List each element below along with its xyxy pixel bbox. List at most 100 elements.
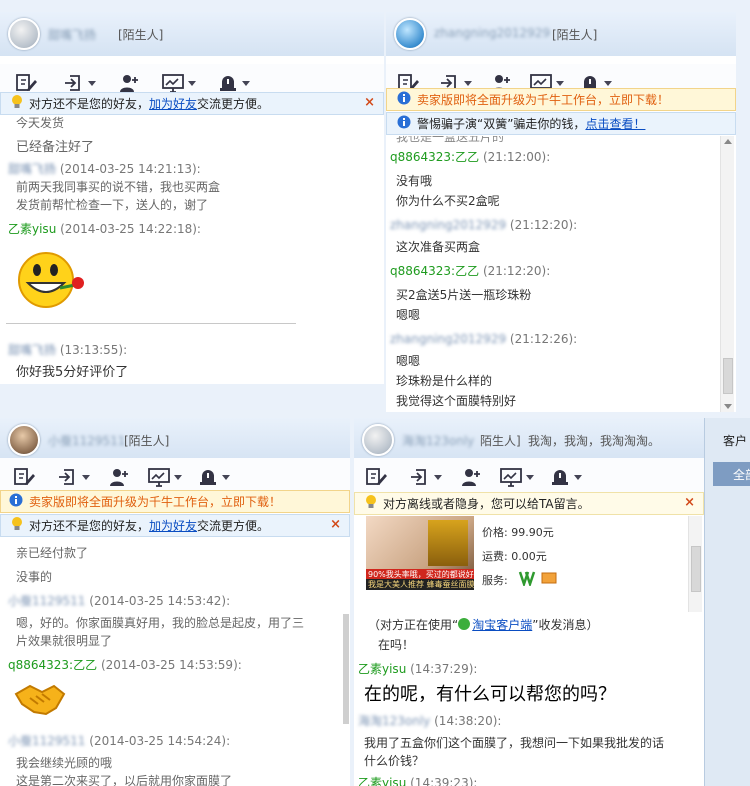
- banner-text: 对方还不是您的好友，: [29, 519, 150, 533]
- message-header: q8864323:乙乙 (21:12:20):: [390, 264, 551, 278]
- offline-banner: 对方离线或者隐身，您可以给TA留言。 ×: [354, 492, 704, 515]
- smile-rose-emoji: [16, 250, 86, 315]
- add-friend-link[interactable]: 加为好友: [149, 517, 197, 534]
- screen-share-icon[interactable]: [162, 72, 196, 94]
- title-bar[interactable]: 甜嘴飞扬 [陌生人]: [0, 12, 384, 56]
- message-header: 小蚕1129511 (2014-03-25 14:53:42):: [8, 594, 231, 608]
- scroll-up-icon[interactable]: [724, 139, 732, 144]
- title-bar[interactable]: 海淘123only 陌生人] 我淘，我淘，我淘淘淘。: [354, 418, 704, 462]
- transfer-file-icon[interactable]: [58, 466, 90, 488]
- bulb-icon: [11, 516, 23, 535]
- message-list[interactable]: 亲已经付款了 没事的 小蚕1129511 (2014-03-25 14:53:4…: [0, 538, 350, 786]
- stranger-tag: [陌生人]: [118, 28, 164, 42]
- message-text: 嗯嗯: [396, 308, 421, 322]
- info-icon: [397, 115, 411, 132]
- bulb-icon: [11, 94, 23, 113]
- message-text: 前两天我同事买的说不错，我也买两盒: [16, 180, 221, 194]
- message-text: 买2盒送5片送一瓶珍珠粉: [396, 288, 532, 302]
- chat-window-3: 小蚕1129511 [陌生人] 卖家版即将全面升级为千牛工作台，立即下载！ 对方…: [0, 418, 350, 786]
- message-header: q8864323:乙乙 (21:12:00):: [390, 150, 551, 164]
- title-bar[interactable]: zhangning2012929 [陌生人]: [386, 12, 736, 56]
- contact-signature: 我淘，我淘，我淘淘淘。: [528, 434, 661, 448]
- message-header: 乙素yisu (14:39:23):: [358, 776, 478, 786]
- scroll-thumb[interactable]: [723, 358, 733, 394]
- service-icon: [518, 570, 558, 589]
- message-list[interactable]: 今天发货 已经备注好了 甜嘴飞扬 (2014-03-25 14:21:13): …: [0, 116, 384, 384]
- message-header: q8864323:乙乙 (2014-03-25 14:53:59):: [8, 658, 242, 672]
- fraud-alert-banner: 警惕骗子演“双簧”骗走你的钱， 点击查看！: [386, 112, 736, 135]
- scrollbar[interactable]: [342, 614, 350, 786]
- message-header: zhangning2012929 (21:12:20):: [390, 218, 578, 232]
- message-text: 片效果就很明显了: [16, 634, 113, 648]
- price-label: 价格: 99.90元: [482, 526, 554, 539]
- scrollbar[interactable]: [688, 516, 702, 612]
- client-notice: （对方正在使用“ 淘宝客户端”收发消息）: [368, 618, 599, 632]
- handshake-emoji: [14, 680, 66, 723]
- screen-share-icon[interactable]: [500, 466, 534, 488]
- message-text: 什么价钱？: [364, 754, 425, 768]
- message-text: 嗯，好的。你家面膜真好用，我的脸总是起皮，用了三: [16, 616, 305, 630]
- message-header: 乙素yisu (2014-03-25 14:22:18):: [8, 222, 201, 236]
- customer-panel: 客户 全部: [704, 418, 750, 786]
- info-icon: [397, 91, 411, 108]
- message-text: 我觉得这个面膜特别好: [396, 394, 517, 408]
- transfer-file-icon[interactable]: [64, 72, 96, 94]
- message-header: zhangning2012929 (21:12:26):: [390, 332, 578, 346]
- chat-window-2: zhangning2012929 [陌生人] 卖家版即将全面升级为千牛工作台，立…: [386, 12, 736, 412]
- screen-share-icon[interactable]: [148, 466, 182, 488]
- friend-banner: 对方还不是您的好友， 加为好友 交流更方便。 ×: [0, 514, 350, 537]
- upgrade-text: 卖家版即将全面升级为千牛工作台，立即下载！: [29, 495, 282, 509]
- all-button[interactable]: 全部: [713, 462, 750, 486]
- message-text: 在吗！: [378, 638, 415, 652]
- scroll-down-icon[interactable]: [724, 404, 732, 409]
- contact-name: 海淘123only: [402, 434, 475, 448]
- alert-icon[interactable]: [198, 466, 230, 488]
- message-text: 发货前帮忙检查一下，送人的，谢了: [16, 198, 209, 212]
- service-label: 服务:: [482, 574, 508, 587]
- message-list[interactable]: 我也是一盒送五片的 q8864323:乙乙 (21:12:00): 没有哦 你为…: [386, 136, 720, 412]
- alert-text: 警惕骗子演“双簧”骗走你的钱，: [417, 117, 586, 131]
- message-text: 已经备注好了: [16, 140, 95, 155]
- title-bar[interactable]: 小蚕1129511 [陌生人]: [0, 418, 350, 462]
- message-text: 这是第二次来买了，以后就用你家面膜了: [16, 774, 233, 786]
- avatar[interactable]: [394, 18, 426, 50]
- tab-customers[interactable]: 客户: [723, 432, 747, 449]
- scrollbar[interactable]: [720, 136, 734, 412]
- close-banner-icon[interactable]: ×: [330, 517, 341, 532]
- avatar[interactable]: [362, 424, 394, 456]
- bulb-icon: [365, 494, 377, 513]
- add-contact-icon[interactable]: [460, 466, 482, 488]
- view-alert-link[interactable]: 点击查看！: [585, 115, 645, 132]
- add-contact-icon[interactable]: [118, 72, 140, 94]
- product-caption: 我是大美人推荐 蜂毒蚕丝面膜: [366, 579, 474, 590]
- message-list[interactable]: 90%我头率哦，买过的都说好 我是大美人推荐 蜂毒蚕丝面膜 价格: 99.90元…: [354, 516, 688, 786]
- upgrade-banner[interactable]: 卖家版即将全面升级为千牛工作台，立即下载！: [386, 88, 736, 111]
- friend-banner: 对方还不是您的好友， 加为好友 交流更方便。 ×: [0, 92, 384, 115]
- edit-icon[interactable]: [14, 466, 36, 488]
- avatar[interactable]: [8, 18, 40, 50]
- upgrade-banner[interactable]: 卖家版即将全面升级为千牛工作台，立即下载！: [0, 490, 350, 513]
- shipping-label: 运费: 0.00元: [482, 550, 547, 563]
- transfer-file-icon[interactable]: [410, 466, 442, 488]
- banner-suffix: 交流更方便。: [197, 97, 270, 111]
- scroll-thumb[interactable]: [343, 614, 349, 724]
- avatar[interactable]: [8, 424, 40, 456]
- toolbar: [354, 458, 704, 496]
- close-banner-icon[interactable]: ×: [364, 95, 375, 110]
- scroll-thumb[interactable]: [691, 546, 701, 592]
- message-text: 今天发货: [16, 116, 65, 130]
- alert-icon[interactable]: [218, 72, 250, 94]
- close-banner-icon[interactable]: ×: [684, 495, 695, 510]
- add-contact-icon[interactable]: [108, 466, 130, 488]
- offline-text: 对方离线或者隐身，您可以给TA留言。: [383, 497, 590, 511]
- contact-name: zhangning2012929: [434, 26, 551, 40]
- edit-icon[interactable]: [366, 466, 388, 488]
- add-friend-link[interactable]: 加为好友: [149, 95, 197, 112]
- message-header: 小蚕1129511 (2014-03-25 14:54:24):: [8, 734, 231, 748]
- alert-icon[interactable]: [550, 466, 582, 488]
- edit-icon[interactable]: [16, 72, 38, 94]
- product-image[interactable]: 90%我头率哦，买过的都说好 我是大美人推荐 蜂毒蚕丝面膜: [366, 516, 474, 590]
- chat-window-4: 海淘123only 陌生人] 我淘，我淘，我淘淘淘。 对方离线或者隐身，您可以给…: [354, 418, 704, 786]
- contact-name: 小蚕1129511: [48, 434, 126, 448]
- taobao-client-link[interactable]: 淘宝客户端: [472, 618, 532, 632]
